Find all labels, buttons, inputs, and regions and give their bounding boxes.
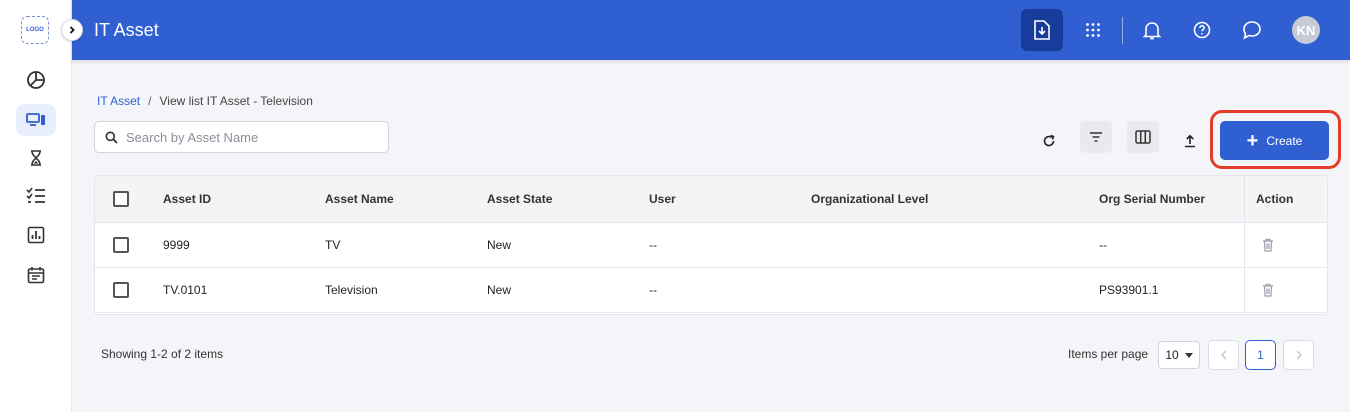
sidebar-item-checklist[interactable]: [16, 180, 56, 212]
search-box[interactable]: [94, 121, 389, 153]
bell-icon: [1143, 22, 1161, 40]
items-per-page-value: 10: [1165, 348, 1179, 362]
table-header: Asset ID Asset Name Asset State User Org…: [95, 176, 1327, 223]
column-header-org-level[interactable]: Organizational Level: [811, 176, 928, 222]
cell-org-serial: --: [1099, 238, 1107, 252]
download-file-icon: [1034, 20, 1050, 40]
search-icon: [105, 131, 118, 144]
calendar-icon: [27, 267, 45, 284]
cell-asset-state: New: [487, 238, 512, 252]
download-button[interactable]: [1021, 9, 1063, 51]
breadcrumb: IT Asset / View list IT Asset - Television: [97, 94, 313, 108]
cell-user: --: [649, 283, 657, 297]
apps-grid-icon: [1086, 23, 1100, 37]
devices-icon: [26, 113, 45, 126]
cell-asset-name: Television: [325, 283, 378, 297]
row-checkbox[interactable]: [113, 282, 129, 298]
pagination-summary: Showing 1-2 of 2 items: [101, 347, 224, 361]
sidebar-item-dashboard[interactable]: [16, 64, 56, 96]
upload-icon: [1185, 134, 1195, 148]
caret-down-icon: [1184, 352, 1193, 358]
hourglass-icon: [31, 150, 41, 166]
header: IT Asset KN: [72, 0, 1350, 60]
help-icon: [1193, 21, 1211, 39]
sidebar-item-devices[interactable]: [16, 104, 56, 136]
sidebar-item-reports[interactable]: [16, 219, 56, 251]
refresh-button[interactable]: [1033, 125, 1065, 157]
next-page-button[interactable]: [1283, 340, 1314, 370]
pie-chart-icon: [27, 71, 45, 89]
checklist-icon: [26, 187, 45, 203]
cell-asset-id: TV.0101: [163, 283, 208, 297]
column-header-asset-name[interactable]: Asset Name: [325, 176, 394, 222]
sidebar-item-calendar[interactable]: [16, 259, 56, 291]
help-button[interactable]: [1181, 9, 1223, 51]
items-per-page-label: Items per page: [1068, 347, 1149, 361]
cell-asset-state: New: [487, 283, 512, 297]
columns-icon: [1135, 130, 1151, 144]
table-row[interactable]: TV.0101 Television New -- PS93901.1: [95, 268, 1327, 313]
page-button[interactable]: 1: [1245, 340, 1276, 370]
asset-table: Asset ID Asset Name Asset State User Org…: [94, 175, 1328, 315]
breadcrumb-root-link[interactable]: IT Asset: [97, 94, 140, 108]
column-header-org-serial[interactable]: Org Serial Number: [1099, 176, 1205, 222]
bar-chart-icon: [27, 226, 45, 244]
column-header-user[interactable]: User: [649, 176, 676, 222]
create-button[interactable]: + Create: [1220, 121, 1329, 160]
column-header-asset-state[interactable]: Asset State: [487, 176, 552, 222]
chevron-left-icon: [1220, 350, 1227, 360]
row-checkbox[interactable]: [113, 237, 129, 253]
logo: LOGO: [21, 16, 49, 44]
breadcrumb-current: View list IT Asset - Television: [159, 94, 313, 108]
columns-button[interactable]: [1127, 121, 1159, 153]
select-all-checkbox[interactable]: [113, 191, 129, 207]
sidebar-item-hourglass[interactable]: [16, 142, 56, 174]
search-input[interactable]: [126, 129, 376, 145]
sidebar-collapse-button[interactable]: [61, 19, 83, 41]
filter-button[interactable]: [1080, 121, 1112, 153]
select-all-checkbox-cell: [113, 176, 129, 222]
create-button-label: Create: [1266, 133, 1303, 148]
cell-user: --: [649, 238, 657, 252]
cell-org-serial: PS93901.1: [1099, 283, 1159, 297]
table-row[interactable]: 9999 TV New -- --: [95, 223, 1327, 268]
breadcrumb-separator: /: [148, 94, 152, 108]
items-per-page-select[interactable]: 10: [1158, 341, 1200, 369]
column-header-asset-id[interactable]: Asset ID: [163, 176, 211, 222]
header-divider: [1122, 17, 1123, 44]
apps-button[interactable]: [1072, 9, 1114, 51]
prev-page-button[interactable]: [1208, 340, 1239, 370]
plus-icon: +: [1246, 129, 1259, 152]
action-column-divider: [1244, 176, 1327, 314]
chat-icon: [1243, 21, 1261, 40]
page-title: IT Asset: [94, 20, 159, 40]
upload-button[interactable]: [1174, 125, 1206, 157]
sidebar: LOGO: [0, 0, 72, 412]
notifications-button[interactable]: [1131, 9, 1173, 51]
cell-asset-name: TV: [325, 238, 341, 252]
avatar[interactable]: KN: [1292, 16, 1320, 44]
cell-asset-id: 9999: [163, 238, 190, 252]
chevron-right-icon: [69, 26, 75, 34]
refresh-icon: [1043, 134, 1055, 147]
chevron-right-icon: [1295, 350, 1302, 360]
filter-icon: [1090, 132, 1102, 142]
chat-button[interactable]: [1231, 9, 1273, 51]
